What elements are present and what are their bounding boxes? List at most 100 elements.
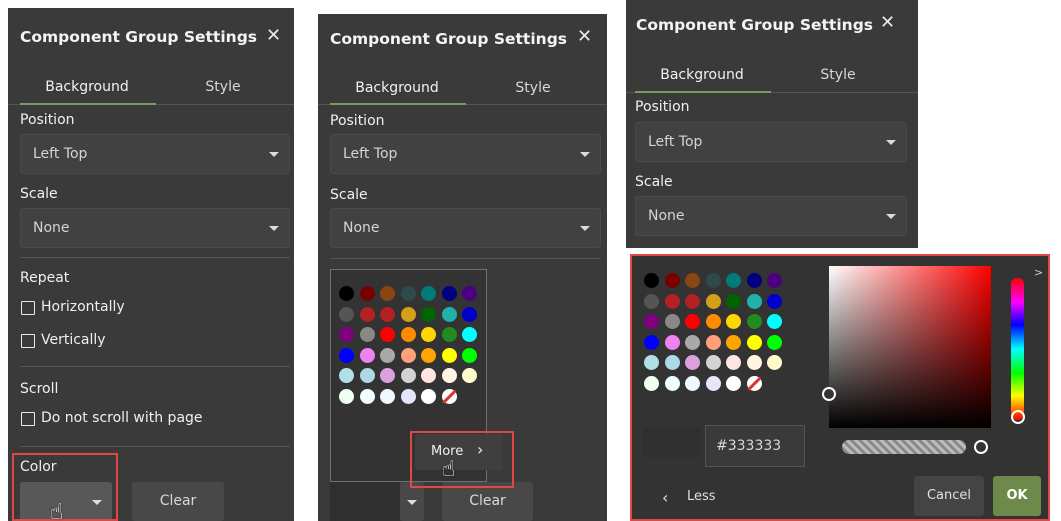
color-swatch[interactable] [400,347,416,363]
color-swatch[interactable] [380,368,395,383]
color-dropdown-button[interactable] [400,482,424,521]
color-swatch[interactable] [421,306,436,322]
color-swatch[interactable] [339,347,354,363]
color-swatch[interactable] [726,293,741,309]
color-swatch[interactable] [441,347,457,363]
color-swatch[interactable] [441,306,457,322]
color-swatch[interactable] [705,314,721,329]
color-swatch-button[interactable] [20,482,112,521]
close-icon[interactable]: ✕ [880,14,895,32]
color-swatch[interactable] [726,314,741,329]
color-swatch[interactable] [644,334,659,350]
close-icon[interactable]: ✕ [577,28,592,46]
tab-style[interactable]: Style [477,80,589,96]
color-swatch[interactable] [767,293,782,309]
opacity-slider[interactable] [842,440,966,454]
color-swatch[interactable] [421,388,436,404]
color-swatch[interactable] [462,347,477,363]
color-swatch[interactable] [359,368,375,383]
scale-select[interactable]: None [635,196,907,236]
color-swatch[interactable] [339,286,354,301]
clear-button[interactable]: Clear [442,482,533,521]
cancel-button[interactable]: Cancel [914,476,984,516]
color-swatch[interactable] [767,314,782,329]
color-swatch[interactable] [664,334,680,350]
color-swatch[interactable] [462,368,477,383]
color-swatch[interactable] [767,355,782,370]
less-button[interactable]: Less [687,489,716,504]
color-swatch[interactable] [644,375,659,391]
color-swatch[interactable] [644,314,659,329]
vertically-checkbox[interactable] [21,334,35,348]
color-swatch[interactable] [685,355,700,370]
close-icon[interactable]: ✕ [266,27,281,45]
color-swatch[interactable] [726,334,741,350]
color-swatch[interactable] [767,334,782,350]
color-swatch[interactable] [746,273,762,288]
tab-style[interactable]: Style [167,79,279,95]
more-colors-button[interactable]: More › [415,434,503,470]
color-swatch[interactable] [359,347,375,363]
color-swatch[interactable] [359,388,375,404]
color-swatch[interactable] [705,293,721,309]
opacity-handle[interactable] [974,440,988,454]
position-select[interactable]: Left Top [635,122,907,162]
color-swatch[interactable] [400,368,416,383]
color-swatch[interactable] [685,375,700,391]
color-swatch[interactable] [462,306,477,322]
color-swatch[interactable] [746,334,762,350]
color-swatch[interactable] [664,375,680,391]
color-swatch[interactable] [664,314,680,329]
color-swatch[interactable] [462,286,477,301]
color-swatch[interactable] [746,355,762,370]
color-swatch[interactable] [664,293,680,309]
color-swatch[interactable] [400,327,416,342]
color-swatch[interactable] [421,347,436,363]
scale-select[interactable]: None [330,208,601,248]
color-swatch[interactable] [421,327,436,342]
tab-background[interactable]: Background [341,80,453,96]
color-swatch[interactable] [705,334,721,350]
color-swatch-button[interactable] [330,482,400,521]
color-swatch[interactable] [359,286,375,301]
color-swatch[interactable] [705,375,721,391]
clear-button[interactable]: Clear [132,482,224,521]
color-swatch[interactable] [664,273,680,288]
color-swatch[interactable] [441,286,457,301]
color-swatch[interactable] [644,355,659,370]
spectrum-handle[interactable] [822,387,836,401]
color-swatch[interactable] [705,355,721,370]
color-swatch[interactable] [359,327,375,342]
horizontally-checkbox[interactable] [21,301,35,315]
color-swatch[interactable] [380,286,395,301]
color-swatch[interactable] [705,273,721,288]
hue-slider[interactable] [1011,278,1024,420]
color-swatch[interactable] [726,273,741,288]
expand-icon[interactable]: > [1034,266,1043,279]
saturation-value-area[interactable] [829,266,991,428]
color-swatch[interactable] [644,293,659,309]
color-swatch[interactable] [339,368,354,383]
color-swatch[interactable] [664,355,680,370]
color-swatch[interactable] [339,327,354,342]
color-swatch[interactable] [380,306,395,322]
color-swatch[interactable] [441,327,457,342]
color-swatch[interactable] [685,334,700,350]
color-swatch[interactable] [746,293,762,309]
position-select[interactable]: Left Top [20,134,290,174]
position-select[interactable]: Left Top [330,134,601,174]
color-swatch[interactable] [339,388,354,404]
color-swatch[interactable] [380,347,395,363]
tab-background[interactable]: Background [31,79,143,95]
color-swatch[interactable] [685,314,700,329]
ok-button[interactable]: OK [993,476,1041,516]
color-swatch[interactable] [380,327,395,342]
color-swatch[interactable] [726,355,741,370]
color-swatch[interactable] [685,273,700,288]
color-swatch[interactable] [359,306,375,322]
color-swatch[interactable] [339,306,354,322]
color-swatch[interactable] [380,388,395,404]
color-swatch[interactable] [746,314,762,329]
tab-style[interactable]: Style [782,67,894,83]
color-swatch[interactable] [421,286,436,301]
